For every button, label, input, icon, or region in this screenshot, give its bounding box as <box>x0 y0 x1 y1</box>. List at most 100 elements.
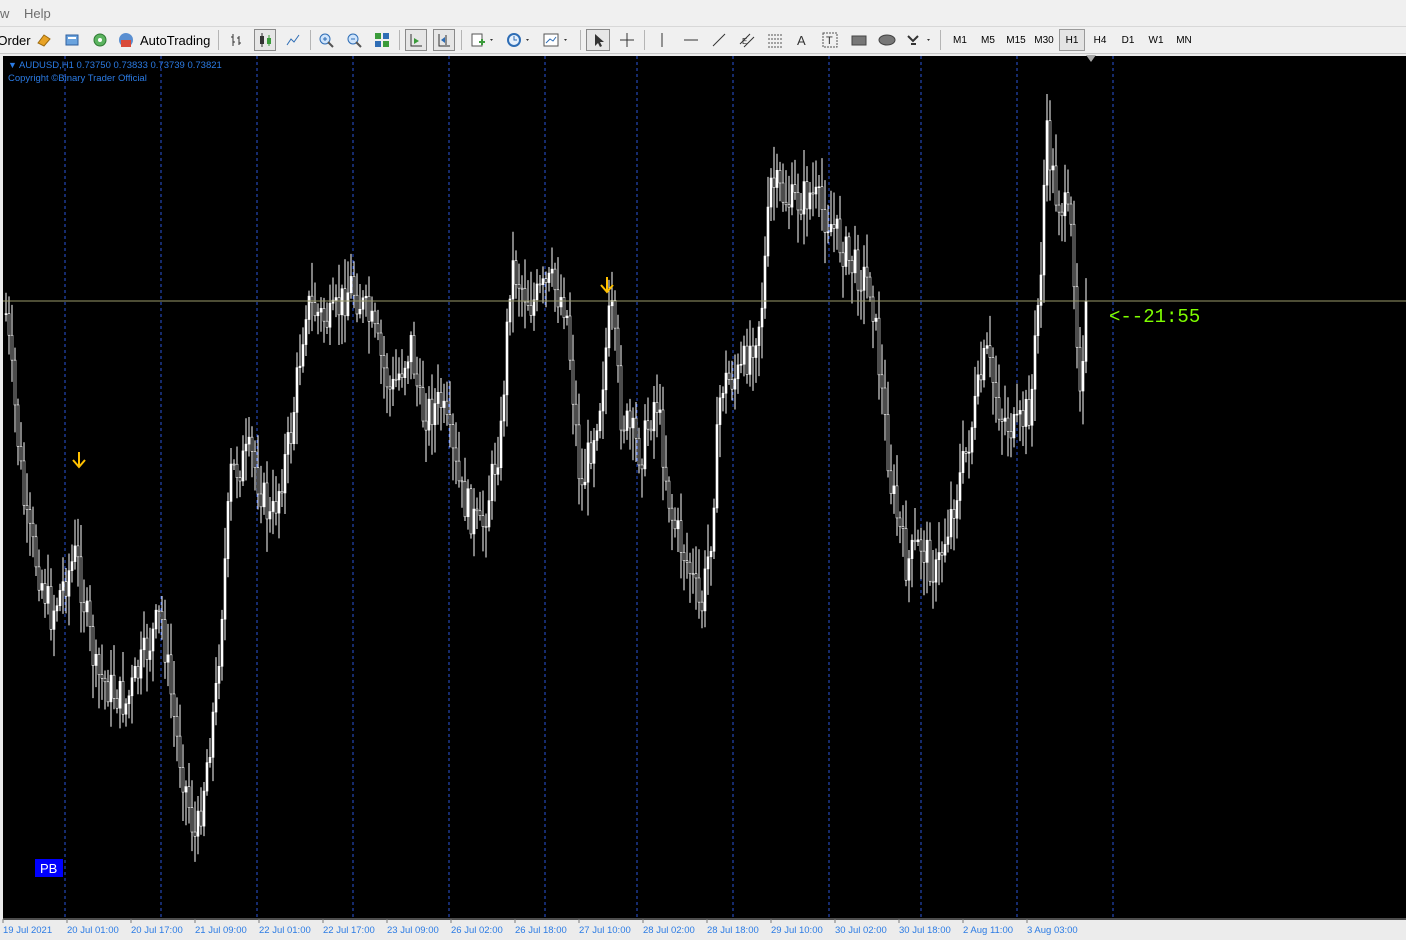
signals-icon[interactable] <box>90 29 110 51</box>
timeframe-m5-button[interactable]: M5 <box>975 29 1001 51</box>
tile-windows-icon[interactable] <box>371 29 393 51</box>
candle-body <box>505 321 509 396</box>
candle-body <box>121 680 125 715</box>
candle-body <box>700 601 704 612</box>
candle-body <box>1075 286 1079 348</box>
candle-body <box>469 488 473 535</box>
candle-body <box>745 345 749 375</box>
text-label-icon[interactable]: T <box>820 29 840 51</box>
time-tick-label: 19 Jul 2021 <box>3 925 52 936</box>
line-chart-icon[interactable] <box>282 29 304 51</box>
candle-body <box>733 378 737 390</box>
candle-body <box>283 454 287 494</box>
chart-shift-icon[interactable] <box>433 29 455 51</box>
rectangle-icon[interactable] <box>848 29 870 51</box>
candle-body <box>358 308 362 315</box>
candle-body <box>1084 301 1088 362</box>
trendline-icon[interactable] <box>708 29 730 51</box>
candle-body <box>805 181 809 210</box>
horizontal-line-icon[interactable] <box>680 29 702 51</box>
candle-body <box>847 236 851 261</box>
timeframe-d1-button[interactable]: D1 <box>1115 29 1141 51</box>
menu-item-help[interactable]: Help <box>24 6 51 21</box>
candle-body <box>1003 417 1007 422</box>
candle-body <box>7 313 11 336</box>
bar-chart-icon[interactable] <box>226 29 248 51</box>
autoscroll-icon[interactable] <box>405 29 427 51</box>
candle-body <box>955 500 959 519</box>
candle-body <box>682 552 686 561</box>
candle-body <box>994 382 998 398</box>
price-chart[interactable]: ▼ AUDUSD,H1 0.73750 0.73833 0.73739 0.73… <box>0 54 1406 940</box>
chart-window: ▼ AUDUSD,H1 0.73750 0.73833 0.73739 0.73… <box>0 54 1406 940</box>
candle-body <box>961 451 965 473</box>
fibonacci-icon[interactable] <box>764 29 786 51</box>
new-order-button[interactable]: Order <box>0 29 31 51</box>
candle-body <box>814 186 818 195</box>
zoom-in-icon[interactable] <box>315 29 337 51</box>
candle-body <box>1045 120 1049 186</box>
time-tick-label: 30 Jul 18:00 <box>899 925 951 936</box>
candle-body <box>709 550 713 558</box>
candle-body <box>685 560 689 563</box>
time-tick-label: 20 Jul 01:00 <box>67 925 119 936</box>
candle-body <box>328 302 332 328</box>
timeframe-w1-button[interactable]: W1 <box>1143 29 1169 51</box>
candle-body <box>1054 165 1058 206</box>
eraser-icon[interactable] <box>34 29 54 51</box>
candle-body <box>754 345 758 358</box>
equidistant-channel-icon[interactable]: E <box>736 29 758 51</box>
ellipse-icon[interactable] <box>876 29 898 51</box>
candle-body <box>28 509 32 524</box>
time-tick-label: 26 Jul 02:00 <box>451 925 503 936</box>
candle-body <box>271 501 275 512</box>
timeframe-m30-button[interactable]: M30 <box>1031 29 1057 51</box>
candle-body <box>850 260 854 274</box>
candle-body <box>139 649 143 679</box>
vertical-line-icon[interactable] <box>652 29 672 51</box>
candle-body <box>502 394 506 422</box>
candle-body <box>736 364 740 380</box>
timeframe-m15-button[interactable]: M15 <box>1003 29 1029 51</box>
indicators-dropdown-icon[interactable] <box>468 29 498 51</box>
candle-body <box>778 170 782 184</box>
candle-body <box>67 570 71 597</box>
templates-dropdown-icon[interactable] <box>540 29 572 51</box>
candle-body <box>274 501 278 514</box>
candle-body <box>634 417 638 439</box>
time-tick-label: 30 Jul 02:00 <box>835 925 887 936</box>
candle-body <box>655 402 659 413</box>
candle-body <box>529 305 533 316</box>
candle-body <box>739 363 743 366</box>
crosshair-icon[interactable] <box>616 29 638 51</box>
candle-body <box>1030 388 1034 426</box>
candle-body <box>970 427 974 453</box>
timeframe-mn-button[interactable]: MN <box>1171 29 1197 51</box>
candle-body <box>124 703 128 715</box>
candle-body <box>1048 120 1052 171</box>
candle-body <box>637 437 641 466</box>
candle-body <box>85 600 89 613</box>
timeframe-m1-button[interactable]: M1 <box>947 29 973 51</box>
timeframe-h1-button[interactable]: H1 <box>1059 29 1085 51</box>
candle-body <box>1042 184 1046 276</box>
menu-item-view[interactable]: w <box>0 6 9 21</box>
autotrading-button[interactable]: AutoTrading <box>116 29 212 51</box>
candle-body <box>268 511 272 520</box>
timeframe-h4-button[interactable]: H4 <box>1087 29 1113 51</box>
periods-dropdown-icon[interactable] <box>504 29 534 51</box>
cursor-icon[interactable] <box>586 29 610 51</box>
candle-body <box>793 184 797 193</box>
text-tool-icon[interactable]: A <box>792 29 812 51</box>
arrows-dropdown-icon[interactable] <box>904 29 934 51</box>
candle-body <box>922 550 926 563</box>
candle-body <box>928 539 932 582</box>
zoom-out-icon[interactable] <box>343 29 365 51</box>
candle-body <box>946 536 950 545</box>
candlestick-chart-icon[interactable] <box>254 29 276 51</box>
candle-body <box>895 485 899 519</box>
candle-body <box>826 231 830 234</box>
history-center-icon[interactable] <box>62 29 82 51</box>
candle-body <box>325 320 329 328</box>
candle-body <box>520 287 524 290</box>
